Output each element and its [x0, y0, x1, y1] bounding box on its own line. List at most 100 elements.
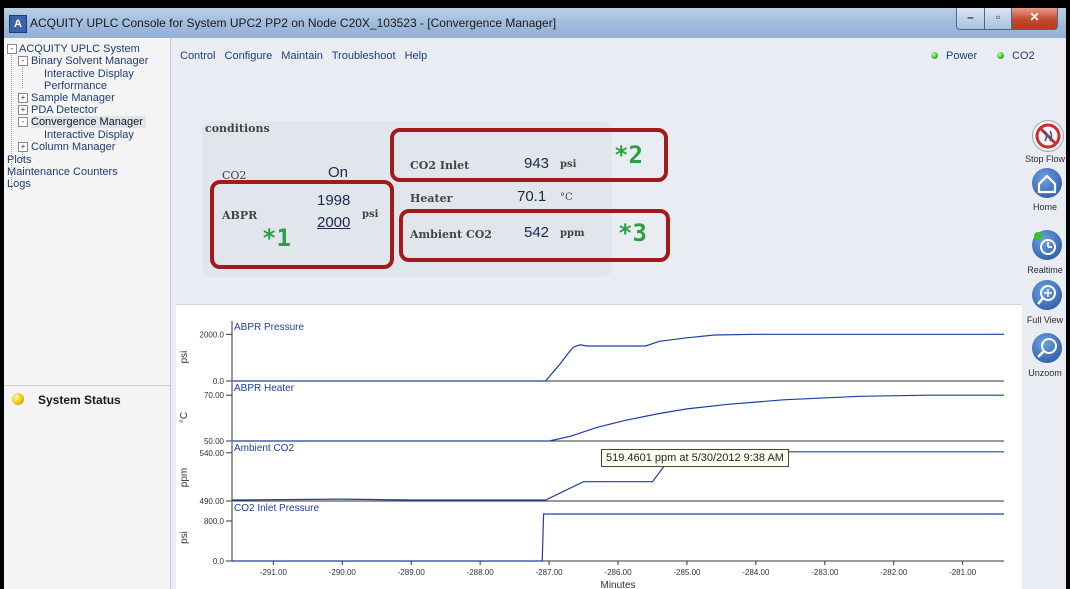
x-tick-label: -291.00 [260, 568, 288, 577]
power-led-icon [931, 52, 938, 59]
tree-item-pda-detector[interactable]: PDA Detector [31, 104, 98, 116]
tree-item-performance[interactable]: Performance [44, 80, 107, 92]
series-line-2 [232, 394, 1004, 442]
tree-item-maintenance-counters[interactable]: Maintenance Counters [7, 166, 118, 178]
x-tick-label: -287.00 [536, 568, 564, 577]
realtime-button[interactable] [1032, 230, 1062, 260]
stop-flow-icon [1035, 123, 1061, 149]
series-title: ABPR Pressure [234, 322, 304, 333]
tree-item-logs[interactable]: Logs [7, 178, 31, 190]
tree-item-acquity-uplc-system[interactable]: ACQUITY UPLC System [19, 43, 140, 55]
minimize-icon: – [967, 10, 974, 24]
series-title: ABPR Heater [234, 383, 295, 394]
x-tick-label: -284.00 [742, 568, 770, 577]
y-tick-label: 800.0 [204, 517, 225, 526]
unzoom-icon [1037, 338, 1057, 358]
x-tick-label: -283.00 [811, 568, 839, 577]
sidebar-divider [4, 385, 170, 386]
tree-item-plots[interactable]: Plots [7, 154, 31, 166]
realtime-label: Realtime [1027, 265, 1063, 275]
expand-icon[interactable]: + [18, 105, 28, 115]
navigation-tree: - ACQUITY UPLC System - Binary Solvent M… [4, 38, 171, 589]
full-view-button[interactable] [1032, 280, 1062, 310]
marker-2: *2 [614, 141, 643, 169]
collapse-icon[interactable]: - [7, 44, 17, 54]
y-axis-label: psi [179, 351, 190, 364]
co2-led-icon [997, 52, 1004, 59]
y-tick-label: 0.0 [213, 377, 225, 386]
collapse-icon[interactable]: - [18, 117, 28, 127]
close-button[interactable]: ✕ [1011, 8, 1058, 30]
menu-bar: Control Configure Maintain Troubleshoot … [180, 50, 433, 62]
menu-configure[interactable]: Configure [225, 50, 273, 62]
app-window: A ACQUITY UPLC Console for System UPC2 P… [4, 8, 1066, 589]
x-tick-label: -290.00 [329, 568, 357, 577]
x-tick-label: -285.00 [673, 568, 701, 577]
minimize-button[interactable]: – [956, 8, 985, 30]
stop-flow-button[interactable] [1032, 120, 1064, 152]
system-status-lamp-icon [12, 393, 24, 405]
y-tick-label: 70.00 [204, 391, 225, 400]
tree-item-cm-interactive-display[interactable]: Interactive Display [44, 129, 134, 141]
abpr-highlight-box [210, 180, 394, 269]
menu-maintain[interactable]: Maintain [281, 50, 323, 62]
close-icon: ✕ [1029, 10, 1040, 24]
y-tick-label: 540.00 [200, 449, 225, 458]
trend-chart: ABPR Pressure psi 0.0 2000.0 ABPR Heater °C 50… [179, 321, 1004, 589]
y-axis-label: ppm [179, 468, 190, 487]
tree-item-column-manager[interactable]: Column Manager [31, 141, 115, 153]
heater-unit: °C [560, 192, 573, 203]
y-tick-label: 2000.0 [200, 330, 225, 339]
co2-indicator-label: CO2 [1012, 50, 1035, 62]
expand-icon[interactable]: + [18, 93, 28, 103]
series-line-1 [232, 333, 1004, 382]
maximize-icon: ▫ [995, 10, 1001, 24]
y-tick-label: 490.00 [200, 497, 225, 506]
system-status-label[interactable]: System Status [38, 393, 121, 407]
x-tick-label: -288.00 [467, 568, 495, 577]
series-line-4 [232, 513, 1004, 562]
tree-item-bsm-interactive-display[interactable]: Interactive Display [44, 68, 134, 80]
collapse-icon[interactable]: - [18, 56, 28, 66]
title-bar[interactable]: A ACQUITY UPLC Console for System UPC2 P… [4, 8, 1066, 38]
y-tick-label: 0.0 [213, 557, 225, 566]
realtime-icon [1034, 232, 1056, 255]
home-button[interactable] [1032, 168, 1062, 198]
y-axis-label: °C [179, 412, 190, 423]
home-icon [1037, 174, 1057, 194]
heater-label: Heater [410, 192, 453, 205]
unzoom-label: Unzoom [1028, 368, 1062, 378]
tree-item-sample-manager[interactable]: Sample Manager [31, 92, 115, 104]
stop-flow-label: Stop Flow [1024, 154, 1066, 164]
x-tick-label: -282.00 [880, 568, 908, 577]
marker-1: *1 [262, 224, 291, 252]
series-title: CO2 Inlet Pressure [234, 503, 319, 514]
expand-icon[interactable]: + [18, 142, 28, 152]
menu-troubleshoot[interactable]: Troubleshoot [332, 50, 396, 62]
plot-toolbar: Stop Flow Home Realtime Full View Unzoom [1024, 120, 1066, 589]
maximize-button[interactable]: ▫ [984, 8, 1012, 30]
x-tick-label: -289.00 [398, 568, 426, 577]
trend-plot-panel[interactable]: ABPR Pressure psi 0.0 2000.0 ABPR Heater °C 50… [176, 304, 1022, 589]
window-title: ACQUITY UPLC Console for System UPC2 PP2… [30, 16, 557, 30]
plot-tooltip: 519.4601 ppm at 5/30/2012 9:38 AM [601, 449, 789, 467]
y-axis-label: psi [179, 531, 190, 544]
heater-value: 70.1 [517, 188, 547, 205]
acquity-app-icon: A [9, 15, 27, 33]
x-tick-label: -286.00 [604, 568, 632, 577]
conditions-title: conditions [205, 122, 270, 135]
tree-item-convergence-manager[interactable]: Convergence Manager [31, 116, 146, 128]
home-label: Home [1032, 202, 1057, 212]
power-indicator-label: Power [946, 50, 978, 62]
menu-help[interactable]: Help [405, 50, 428, 62]
full-view-icon [1037, 285, 1056, 305]
unzoom-button[interactable] [1032, 333, 1062, 363]
x-tick-label: -281.00 [949, 568, 977, 577]
y-tick-label: 50.00 [204, 437, 225, 446]
x-axis-label: Minutes [600, 580, 635, 589]
tree-item-binary-solvent-manager[interactable]: Binary Solvent Manager [31, 55, 148, 67]
menu-control[interactable]: Control [180, 50, 215, 62]
marker-3: *3 [618, 219, 647, 247]
co2-state-value: On [328, 164, 349, 181]
full-view-label: Full View [1026, 315, 1064, 325]
